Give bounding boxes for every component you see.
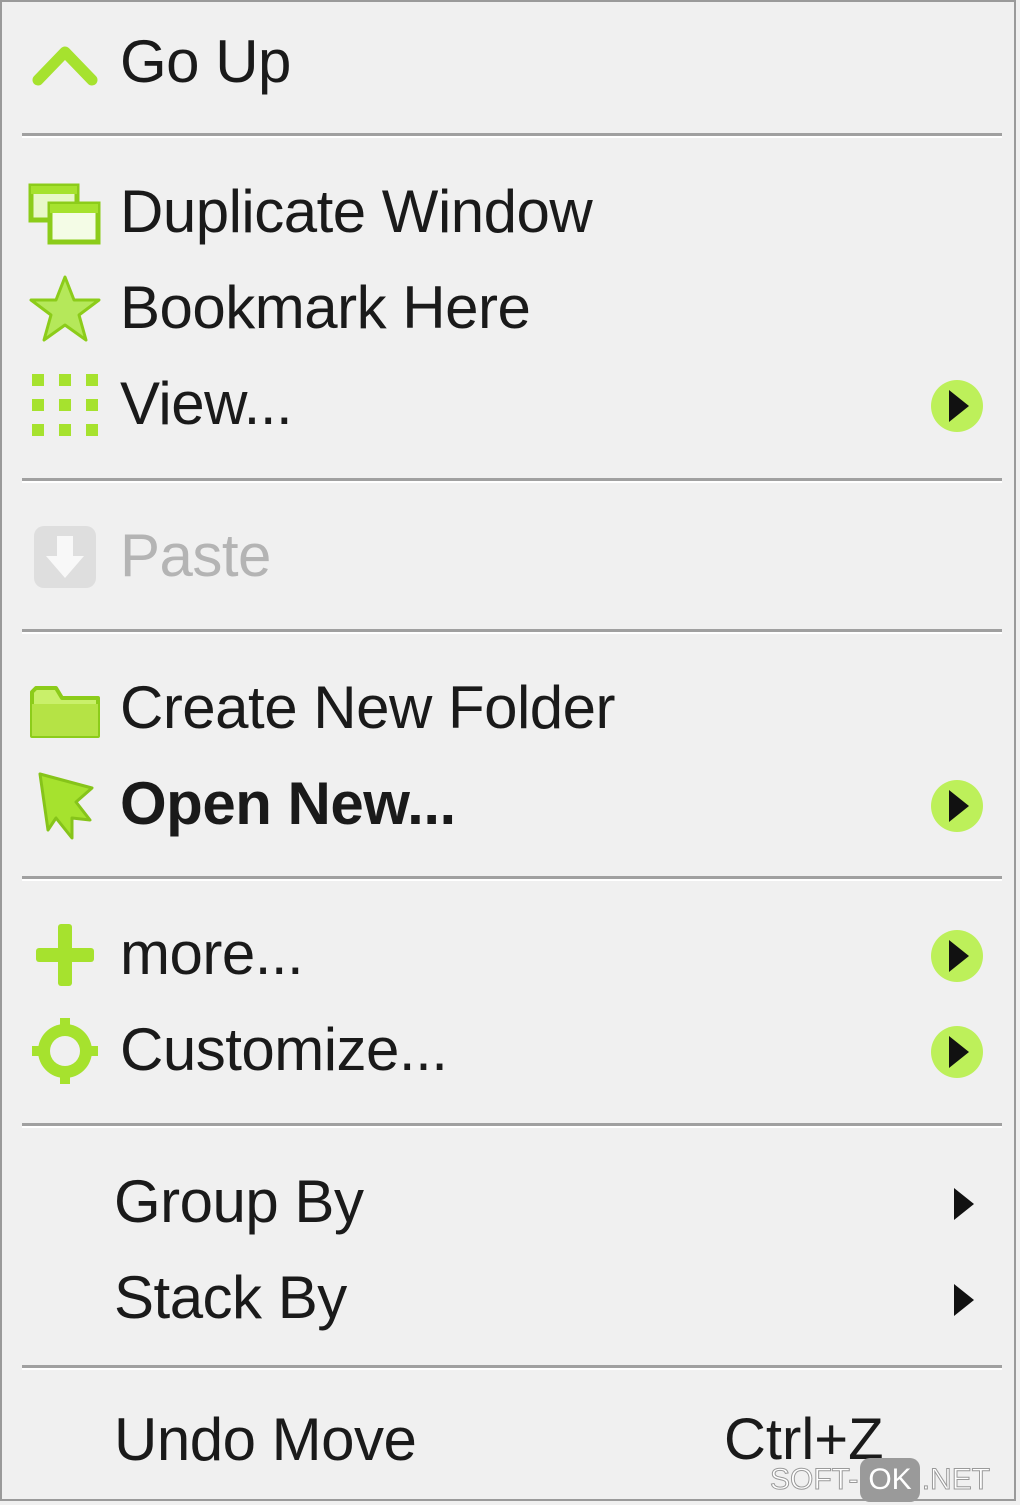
context-menu: Go Up Duplicate Window Bookmark Here Vie… [0, 0, 1016, 1501]
menu-item-label: Group By [114, 1168, 364, 1235]
menu-item-label: more... [120, 920, 304, 987]
menu-item-label: Stack By [114, 1264, 347, 1331]
menu-item-more[interactable]: more... [4, 906, 1014, 1002]
menu-item-label: Customize... [120, 1016, 448, 1083]
watermark-ok: OK [860, 1458, 920, 1502]
menu-item-go-up[interactable]: Go Up [4, 14, 1014, 110]
folder-icon [26, 674, 104, 744]
menu-separator [22, 629, 1002, 634]
submenu-arrow-icon [926, 378, 988, 434]
menu-item-bookmark-here[interactable]: Bookmark Here [4, 260, 1014, 356]
watermark-left: SOFT- [769, 1463, 859, 1497]
star-icon [26, 274, 104, 344]
watermark-right: .NET [921, 1463, 991, 1497]
submenu-arrow-icon [926, 928, 988, 984]
open-new-flag-icon [26, 770, 104, 840]
menu-item-label: Paste [120, 522, 271, 589]
menu-separator [22, 876, 1002, 881]
duplicate-window-icon [26, 178, 104, 248]
view-grid-icon [26, 370, 104, 440]
menu-separator [22, 478, 1002, 483]
menu-separator [22, 1365, 1002, 1370]
paste-icon [26, 522, 104, 592]
menu-item-duplicate-window[interactable]: Duplicate Window [4, 164, 1014, 260]
menu-item-open-new[interactable]: Open New... [4, 756, 1014, 852]
submenu-arrow-icon [926, 1024, 988, 1080]
go-up-icon [26, 28, 104, 98]
submenu-arrow-icon [948, 1184, 978, 1224]
menu-separator [22, 1123, 1002, 1128]
submenu-arrow-icon [948, 1280, 978, 1320]
gear-icon [26, 1016, 104, 1086]
menu-item-group-by[interactable]: Group By [4, 1154, 1014, 1250]
menu-item-paste[interactable]: Paste [4, 508, 1014, 604]
watermark: SOFT- OK .NET [769, 1458, 991, 1502]
menu-item-label: Duplicate Window [120, 178, 593, 245]
menu-item-label: Go Up [120, 28, 291, 95]
menu-item-label: Open New... [120, 770, 456, 837]
menu-separator [22, 133, 1002, 138]
menu-item-label: Bookmark Here [120, 274, 531, 341]
menu-item-stack-by[interactable]: Stack By [4, 1250, 1014, 1346]
menu-item-label: Create New Folder [120, 674, 616, 741]
menu-item-label: Undo Move [114, 1406, 417, 1473]
menu-item-label: View... [120, 370, 293, 437]
submenu-arrow-icon [926, 778, 988, 834]
menu-item-customize[interactable]: Customize... [4, 1002, 1014, 1098]
menu-item-create-new-folder[interactable]: Create New Folder [4, 660, 1014, 756]
menu-item-view[interactable]: View... [4, 356, 1014, 452]
plus-icon [26, 920, 104, 990]
